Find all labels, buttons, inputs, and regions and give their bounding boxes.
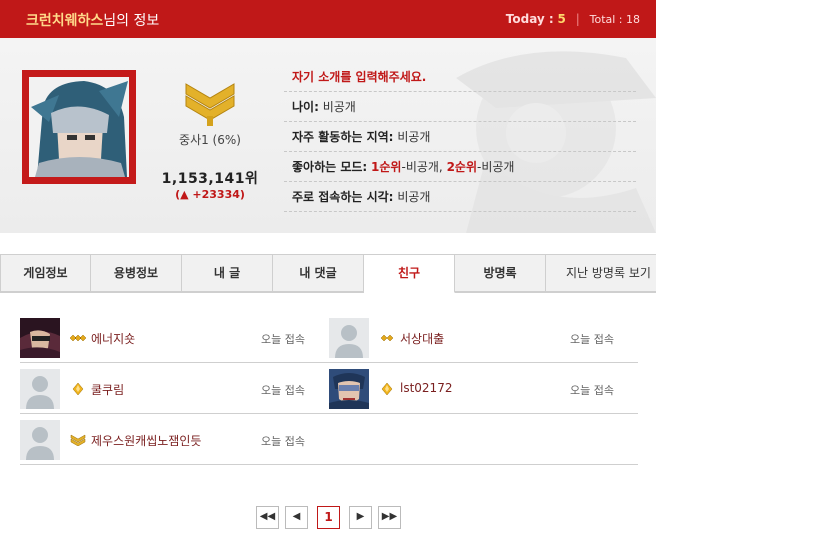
profile-avatar-frame [22,70,136,184]
friend-item[interactable]: 에너지숏 오늘 접속 [20,318,320,358]
visit-stats: Today : 5 | Total : 18 [506,12,640,26]
next-page-button[interactable]: ▶ [349,506,372,529]
default-avatar-icon [20,369,60,409]
ranking-number: 1,153,141위 [161,171,259,187]
age-value: 비공개 [322,100,356,114]
info-row-region: 자주 활동하는 지역: 비공개 [284,122,636,152]
today-label: Today : [505,12,554,26]
friends-row: 쿨쿠림 오늘 접속 lst02172 오늘 접속 [20,363,638,414]
info-row-mode: 좋아하는 모드: 1순위-비공개, 2순위-비공개 [284,152,636,182]
friends-row: 제우스원캐씹노잼인듯 오늘 접속 [20,414,638,465]
friend-status: 오늘 접속 [570,384,614,397]
current-page-button[interactable]: 1 [317,506,340,529]
friend-name[interactable]: 에너지숏 [91,330,135,347]
friend-avatar[interactable] [329,369,369,409]
friends-row: 에너지숏 오늘 접속 서상대출 오늘 접속 [20,312,638,363]
character-avatar-image [29,77,129,177]
tab-mercenary-info[interactable]: 용병정보 [91,254,182,292]
friend-status: 오늘 접속 [570,333,614,346]
friend-avatar[interactable] [20,420,60,460]
friend-item[interactable]: lst02172 오늘 접속 [329,369,629,409]
friend-avatar[interactable] [20,318,60,358]
friends-list: 에너지숏 오늘 접속 서상대출 오늘 접속 쿨쿠림 오늘 접속 lst02172… [20,312,638,465]
default-avatar-icon [20,420,60,460]
first-page-button[interactable]: ◀◀ [256,506,279,529]
time-label: 주로 접속하는 시각: [292,190,394,204]
friend-name[interactable]: 쿨쿠림 [91,381,124,398]
tab-my-posts[interactable]: 내 글 [182,254,273,292]
tab-past-guestbook[interactable]: 지난 방명록 보기 [546,254,656,292]
time-value: 비공개 [397,190,431,204]
total-visits: Total : 18 [589,13,640,26]
nickname: 크런치웨하스 [26,13,104,29]
tab-friends[interactable]: 친구 [364,254,455,293]
profile-header: 크런치웨하스님의 정보 Today : 5 | Total : 18 [0,0,656,38]
double-diamond-rank-icon [380,334,394,342]
character-avatar-image [329,369,369,409]
friend-status: 오늘 접속 [261,333,305,346]
region-label: 자주 활동하는 지역: [292,130,394,144]
region-value: 비공개 [397,130,431,144]
friend-item[interactable]: 제우스원캐씹노잼인듯 오늘 접속 [20,420,320,460]
profile-panel: 중사1 (6%) 1,153,141위 (▲ +23334) 자기 소개를 입력… [0,38,656,233]
tab-my-comments[interactable]: 내 댓글 [273,254,364,292]
avatar [29,77,129,177]
self-introduction: 자기 소개를 입력해주세요. [284,62,636,92]
mode-first-rank: 1순위 [371,160,402,174]
diamond-rank-icon [72,383,84,395]
mode-label: 좋아하는 모드: [292,160,368,174]
friend-status: 오늘 접속 [261,435,305,448]
profile-info-list: 자기 소개를 입력해주세요. 나이: 비공개 자주 활동하는 지역: 비공개 좋… [284,62,636,212]
info-row-time: 주로 접속하는 시각: 비공개 [284,182,636,212]
age-label: 나이: [292,100,319,114]
character-avatar-image [20,318,60,358]
mode-second-rank: 2순위 [446,160,478,174]
page-title: 크런치웨하스님의 정보 [26,10,159,30]
title-suffix: 님의 정보 [103,13,160,29]
rank-chevron-icon [185,83,235,126]
friend-name[interactable]: 제우스원캐씹노잼인듯 [91,432,201,449]
prev-page-button[interactable]: ◀ [285,506,308,529]
mode-second-value: -비공개 [477,160,515,174]
chevron-rank-icon [70,434,86,446]
last-page-button[interactable]: ▶▶ [378,506,401,529]
friend-avatar[interactable] [329,318,369,358]
friend-avatar[interactable] [20,369,60,409]
triple-diamond-rank-icon [70,334,86,342]
friend-name[interactable]: 서상대출 [400,330,444,347]
ranking-change: (▲ +23334) [175,188,245,201]
info-row-age: 나이: 비공개 [284,92,636,122]
friend-item[interactable]: 서상대출 오늘 접속 [329,318,629,358]
friend-name[interactable]: lst02172 [400,381,452,395]
profile-tabs: 게임정보 용병정보 내 글 내 댓글 친구 방명록 지난 방명록 보기 [0,254,656,293]
tab-guestbook[interactable]: 방명록 [455,254,546,292]
today-value: 5 [557,12,566,26]
friend-item[interactable]: 쿨쿠림 오늘 접속 [20,369,320,409]
diamond-rank-icon [381,383,393,395]
friend-status: 오늘 접속 [261,384,305,397]
tab-game-info[interactable]: 게임정보 [0,254,91,292]
default-avatar-icon [329,318,369,358]
stats-separator: | [575,12,580,26]
mode-first-value: -비공개, [401,160,447,174]
rank-label: 중사1 (6%) [179,133,241,147]
